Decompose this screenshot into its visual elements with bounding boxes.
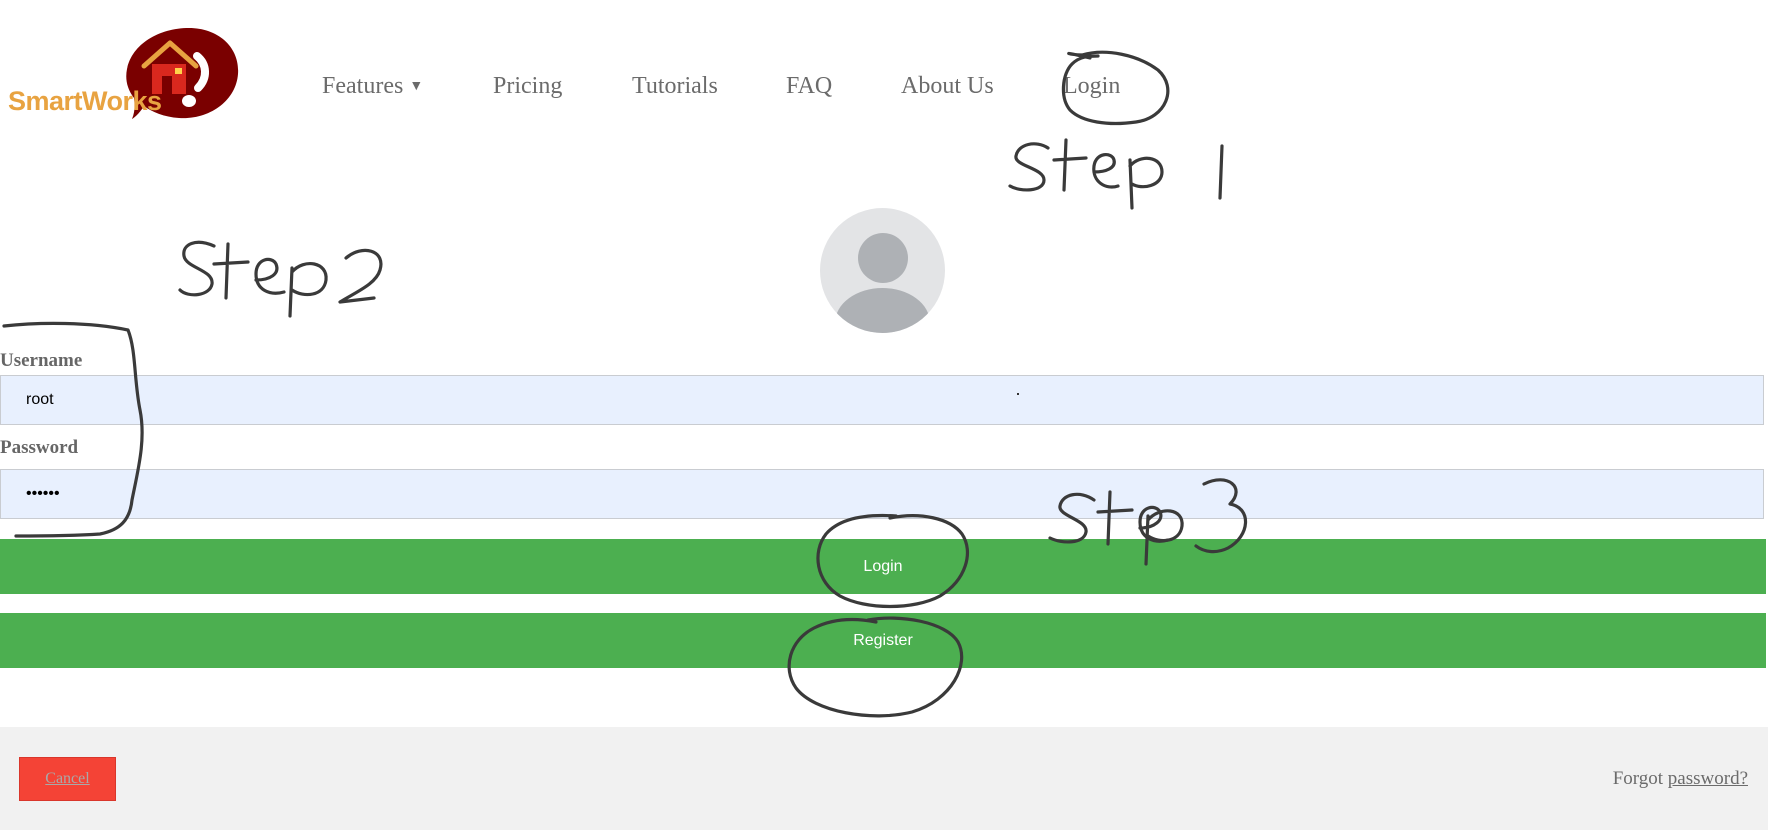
password-label: Password [0,437,79,458]
nav-login[interactable]: Login [1063,74,1120,98]
forgot-prefix: Forgot [1612,768,1664,789]
password-input[interactable] [0,469,1764,519]
caret-down-icon: ▼ [409,79,424,94]
nav-tutorials[interactable]: Tutorials [632,74,718,98]
cancel-button[interactable]: Cancel [19,757,116,801]
brand-logo[interactable]: SmartWorks [4,26,244,126]
login-button[interactable]: Login [0,539,1766,594]
register-button[interactable]: Register [0,613,1766,668]
username-input[interactable] [0,375,1764,425]
forgot-password-text: Forgot password? [1613,769,1748,788]
nav-features[interactable]: Features ▼ [322,74,423,98]
stray-dot [1017,393,1019,395]
avatar-shoulders [835,288,930,333]
avatar-head [858,233,908,283]
nav-faq[interactable]: FAQ [786,74,832,98]
annotation-step2 [178,240,383,318]
brand-name: SmartWorks [8,86,162,116]
forgot-password-link[interactable]: password? [1668,768,1748,789]
form-footer: Cancel Forgot password? [0,727,1768,830]
nav-features-label: Features [322,73,404,99]
nav-pricing[interactable]: Pricing [493,74,562,98]
username-label: Username [0,350,83,371]
user-avatar-icon [820,208,945,333]
annotation-step1 [1008,138,1224,210]
nav-about-us[interactable]: About Us [901,74,994,98]
